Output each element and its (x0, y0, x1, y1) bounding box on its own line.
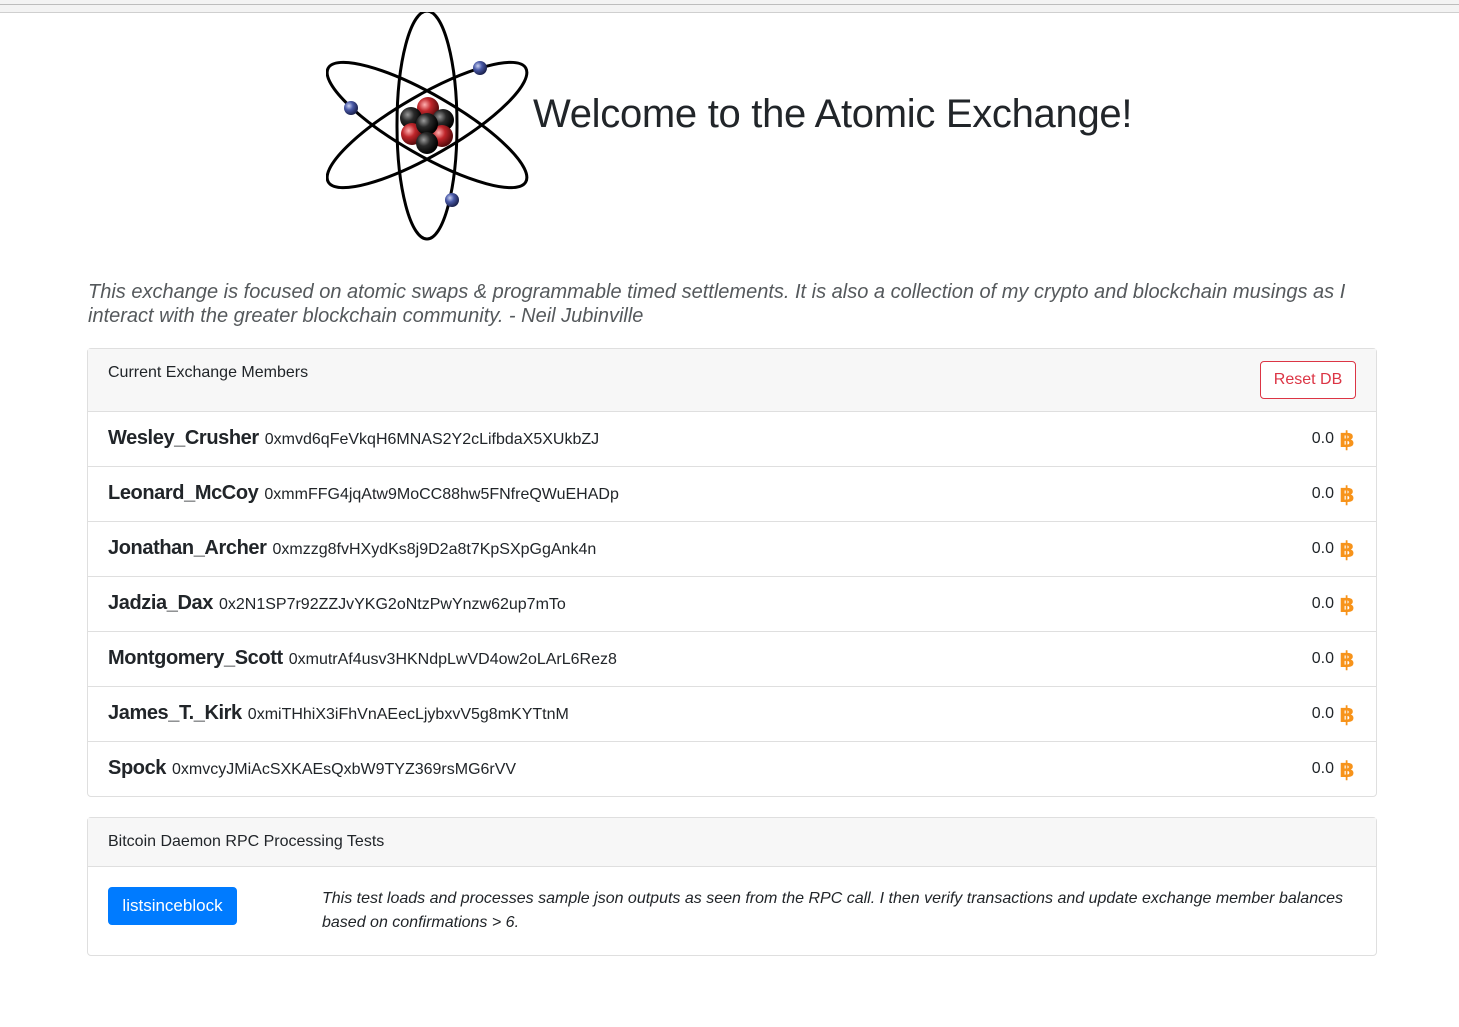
balance-value: 0.0 (1311, 650, 1334, 667)
member-name-text: Leonard_McCoy (108, 482, 259, 504)
member-name: Spock 0xmvcyJMiAcSXKAEsQxbW9TYZ369rsMG6rV… (108, 757, 516, 780)
member-row: Montgomery_Scott 0xmutrAf4usv3HKNdpLwVD4o… (88, 632, 1376, 687)
member-name: Leonard_McCoy 0xmmFFG4jqAtw9MoCC88hw5FNfr… (108, 482, 619, 505)
rpc-test-description: This test loads and processes sample jso… (322, 890, 1343, 931)
page-header: Welcome to the Atomic Exchange! (326, 12, 1226, 242)
svg-text:฿: ฿ (1339, 703, 1354, 726)
svg-text:฿: ฿ (1339, 593, 1354, 616)
balance-value: 0.0 (1311, 430, 1334, 447)
svg-text:฿: ฿ (1339, 483, 1354, 506)
svg-text:฿: ฿ (1339, 428, 1354, 451)
member-balance: 0.0 ฿ (1312, 757, 1356, 781)
member-balance: 0.0 ฿ (1312, 592, 1356, 616)
bitcoin-icon: ฿ (1339, 593, 1354, 616)
member-address: 0x2N1SP7r92ZZJvYKG2oNtzPwYnzw62up7mTo (218, 596, 566, 613)
balance-value: 0.0 (1311, 595, 1334, 612)
member-name-text: Montgomery_Scott (108, 647, 283, 669)
page-title: Welcome to the Atomic Exchange! (533, 92, 1133, 136)
member-name-text: Jadzia_Dax (108, 592, 213, 614)
member-row: James_T._Kirk 0xmiTHhiX3iFhVnAEecLjybxvV5… (88, 687, 1376, 742)
bitcoin-icon: ฿ (1339, 758, 1354, 781)
member-address: 0xmutrAf4usv3HKNdpLwVD4ow2oLArL6Rez8 (288, 651, 617, 668)
member-address: 0xmvd6qFeVkqH6MNAS2Y2cLifbdaX5XUkbZJ (264, 431, 600, 448)
bitcoin-icon: ฿ (1339, 538, 1354, 561)
bitcoin-icon: ฿ (1339, 428, 1354, 451)
bitcoin-icon: ฿ (1339, 483, 1354, 506)
member-address: 0xmmFFG4jqAtw9MoCC88hw5FNfreQWuEHADp (264, 486, 619, 503)
rpc-card-header: Bitcoin Daemon RPC Processing Tests (88, 818, 1376, 867)
balance-value: 0.0 (1311, 705, 1334, 722)
members-card: Current Exchange Members Reset DB Wesley… (87, 348, 1377, 797)
member-balance: 0.0 ฿ (1312, 427, 1356, 451)
svg-text:฿: ฿ (1339, 758, 1354, 781)
members-card-header: Current Exchange Members Reset DB (88, 349, 1376, 412)
member-name-text: Jonathan_Archer (108, 537, 267, 559)
atom-icon (326, 12, 529, 241)
member-name-text: Spock (108, 757, 167, 779)
member-balance: 0.0 ฿ (1312, 482, 1356, 506)
rpc-tests-card: Bitcoin Daemon RPC Processing Tests list… (87, 817, 1377, 956)
member-name-text: Wesley_Crusher (108, 427, 259, 449)
member-name: James_T._Kirk 0xmiTHhiX3iFhVnAEecLjybxvV5… (108, 702, 569, 725)
member-name: Wesley_Crusher 0xmvd6qFeVkqH6MNAS2Y2cLifb… (108, 427, 599, 450)
member-row: Leonard_McCoy 0xmmFFG4jqAtw9MoCC88hw5FNfr… (88, 467, 1376, 522)
member-balance: 0.0 ฿ (1312, 537, 1356, 561)
reset-db-button[interactable]: Reset DB (1260, 361, 1356, 399)
members-card-title: Current Exchange Members (108, 364, 309, 381)
balance-value: 0.0 (1311, 760, 1334, 777)
member-name-text: James_T._Kirk (108, 702, 242, 724)
intro-text: This exchange is focused on atomic swaps… (88, 281, 1346, 327)
member-balance: 0.0 ฿ (1312, 647, 1356, 671)
balance-value: 0.0 (1311, 540, 1334, 557)
member-row: Jonathan_Archer 0xmzzg8fvHXydKs8j9D2a8t7K… (88, 522, 1376, 577)
member-row: Jadzia_Dax 0x2N1SP7r92ZZJvYKG2oNtzPwYnzw6… (88, 577, 1376, 632)
member-address: 0xmiTHhiX3iFhVnAEecLjybxvV5g8mKYTtnM (247, 706, 569, 723)
bitcoin-icon: ฿ (1339, 648, 1354, 671)
member-name: Montgomery_Scott 0xmutrAf4usv3HKNdpLwVD4o… (108, 647, 617, 670)
member-address: 0xmzzg8fvHXydKs8j9D2a8t7KpSXpGgAnk4n (272, 541, 597, 558)
rpc-card-title: Bitcoin Daemon RPC Processing Tests (108, 833, 385, 850)
member-balance: 0.0 ฿ (1312, 702, 1356, 726)
member-row: Spock 0xmvcyJMiAcSXKAEsQxbW9TYZ369rsMG6rV… (88, 742, 1376, 797)
svg-text:฿: ฿ (1339, 538, 1354, 561)
member-row: Wesley_Crusher 0xmvd6qFeVkqH6MNAS2Y2cLifb… (88, 412, 1376, 467)
member-name: Jonathan_Archer 0xmzzg8fvHXydKs8j9D2a8t7K… (108, 537, 596, 560)
member-address: 0xmvcyJMiAcSXKAEsQxbW9TYZ369rsMG6rVV (172, 761, 517, 778)
balance-value: 0.0 (1311, 485, 1334, 502)
member-list: Wesley_Crusher 0xmvd6qFeVkqH6MNAS2Y2cLifb… (88, 412, 1376, 797)
svg-text:฿: ฿ (1339, 648, 1354, 671)
rpc-card-body: listsinceblock This test loads and proce… (88, 867, 1376, 955)
listsinceblock-button[interactable]: listsinceblock (108, 887, 237, 925)
member-name: Jadzia_Dax 0x2N1SP7r92ZZJvYKG2oNtzPwYnzw6… (108, 592, 566, 615)
bitcoin-icon: ฿ (1339, 703, 1354, 726)
